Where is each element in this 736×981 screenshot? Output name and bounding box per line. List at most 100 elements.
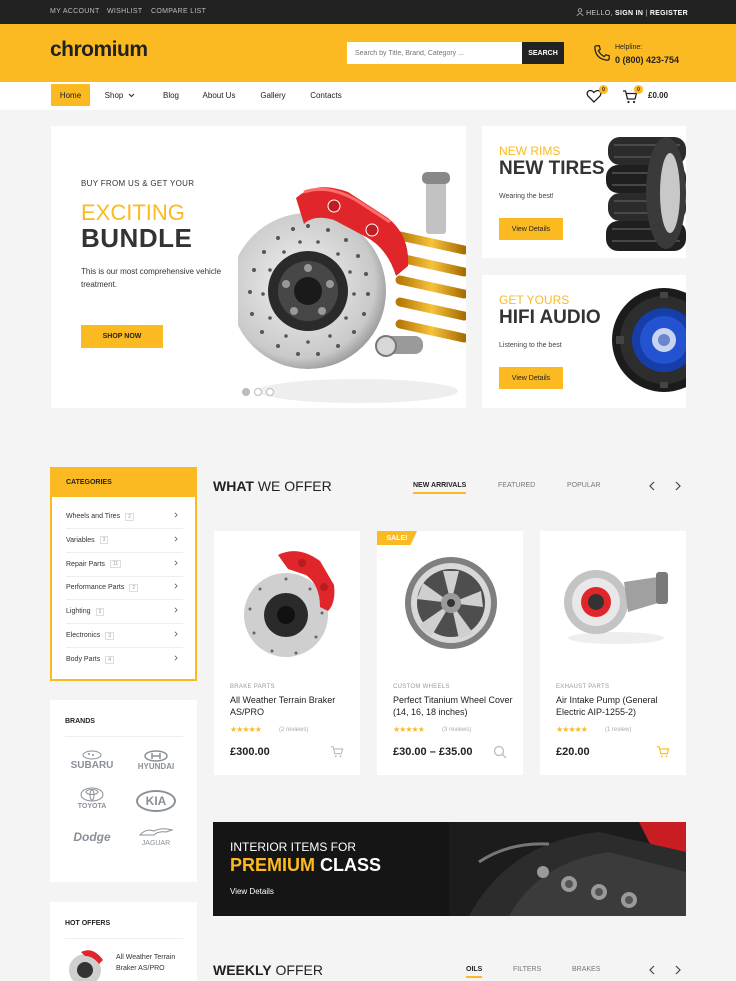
brand-kia[interactable]: KIA — [136, 790, 176, 812]
tab-filters[interactable]: FILTERS — [513, 966, 541, 973]
my-account-link[interactable]: MY ACCOUNT — [50, 8, 100, 15]
brake-disc-image — [238, 172, 466, 403]
brand-jaguar[interactable]: JAGUAR — [132, 840, 180, 847]
brands-panel — [50, 700, 197, 882]
tab-brakes[interactable]: BRAKES — [572, 966, 600, 973]
wishlist-count-badge: 0 — [599, 85, 608, 94]
tab-oils[interactable]: OILS — [466, 966, 483, 978]
tires-view-details-button[interactable]: View Details — [499, 218, 563, 240]
product-name[interactable]: All Weather Terrain Braker AS/PRO — [230, 694, 350, 718]
shop-now-button[interactable]: SHOP NOW — [81, 325, 163, 348]
audio-view-details-button[interactable]: View Details — [499, 367, 563, 389]
category-label: Lighting — [66, 608, 91, 616]
product-image-turbo — [564, 570, 668, 644]
brand-toyota[interactable]: TOYOTA — [70, 803, 114, 810]
slider-dot-1[interactable] — [242, 388, 250, 396]
hello-text: HELLO, — [586, 10, 613, 17]
promo-tires-title: NEW TIRES — [499, 158, 605, 179]
hero-text: This is our most comprehensive vehicle t… — [81, 267, 222, 289]
category-label: Electronics — [66, 632, 101, 639]
tires-image — [606, 137, 686, 251]
wishlist-link[interactable]: WISHLIST — [107, 8, 142, 15]
product-category[interactable]: EXHAUST PARTS — [556, 684, 609, 690]
chevron-right-icon — [174, 631, 178, 637]
compare-list-link[interactable]: COMPARE LIST — [151, 8, 206, 15]
search-button[interactable]: SEARCH — [522, 42, 564, 64]
chevron-right-icon — [174, 536, 178, 542]
rating-stars: ★★★★★ — [230, 725, 262, 734]
chevron-down-icon — [128, 93, 135, 97]
review-count[interactable]: (2 reviews) — [279, 727, 308, 733]
category-item[interactable]: Variables 3 — [66, 529, 183, 553]
separator: | — [645, 10, 648, 17]
brand-subaru[interactable]: SUBARU — [62, 760, 122, 771]
category-item[interactable]: Lighting 3 — [66, 600, 183, 625]
weekly-title-bold: WEEKLY — [213, 962, 272, 978]
jaguar-logo-icon — [138, 828, 174, 836]
product-name[interactable]: Air Intake Pump (General Electric AIP-12… — [556, 694, 678, 718]
hot-offer-name[interactable]: All Weather Terrain Braker AS/PRO — [116, 952, 190, 974]
tab-popular[interactable]: POPULAR — [567, 482, 600, 489]
review-count[interactable]: (3 reviews) — [442, 727, 471, 733]
product-price: £20.00 — [556, 746, 590, 758]
category-count: 11 — [109, 560, 122, 569]
add-to-cart-icon[interactable] — [656, 745, 670, 758]
nav-contacts[interactable]: Contacts — [304, 84, 348, 106]
banner-premium: PREMIUM — [230, 855, 315, 875]
category-count: 3 — [105, 631, 115, 640]
search-icon[interactable] — [493, 745, 507, 759]
banner-line1: INTERIOR ITEMS FOR — [230, 840, 356, 854]
logo[interactable]: chromium — [50, 38, 148, 62]
brand-dodge[interactable]: Dodge — [66, 830, 118, 844]
sign-in-link[interactable]: SIGN IN — [615, 10, 643, 17]
chevron-right-icon — [174, 583, 178, 589]
category-label: Wheels and Tires — [66, 513, 121, 520]
category-label: Performance Parts — [66, 584, 125, 592]
hot-offer-thumbnail[interactable] — [67, 948, 107, 981]
product-category[interactable]: BRAKE PARTS — [230, 684, 275, 690]
banner-view-details-link[interactable]: View Details — [230, 887, 274, 896]
chevron-right-icon[interactable] — [674, 481, 682, 491]
tab-new-arrivals[interactable]: NEW ARRIVALS — [413, 482, 467, 494]
review-count[interactable]: (1 review) — [605, 727, 631, 733]
brand-hyundai[interactable]: HYUNDAI — [130, 762, 182, 771]
sale-badge: SALE! — [377, 531, 417, 545]
tab-featured[interactable]: FEATURED — [498, 482, 535, 489]
category-item[interactable]: Repair Parts 11 — [66, 553, 183, 577]
car-interior-image — [449, 822, 686, 916]
nav-home[interactable]: Home — [51, 84, 90, 106]
product-price: £30.00 – £35.00 — [393, 746, 473, 758]
cart-total[interactable]: £0.00 — [648, 91, 668, 100]
nav-gallery[interactable]: Gallery — [254, 84, 292, 106]
nav-blog[interactable]: Blog — [156, 84, 186, 106]
chevron-right-icon — [174, 560, 178, 566]
slider-dot-3[interactable] — [266, 388, 274, 396]
category-label: Repair Parts — [66, 560, 105, 568]
search-input[interactable] — [347, 42, 522, 64]
top-bar: MY ACCOUNT WISHLIST COMPARE LIST HELLO, … — [0, 0, 736, 24]
product-category[interactable]: CUSTOM WHEELS — [393, 684, 450, 690]
chevron-left-icon[interactable] — [648, 965, 656, 975]
helpline-number[interactable]: 0 (800) 423-754 — [615, 55, 679, 65]
add-to-cart-icon[interactable] — [330, 745, 344, 758]
categories-title: CATEGORIES — [50, 467, 197, 497]
category-count: 2 — [129, 583, 139, 592]
slider-dot-2[interactable] — [254, 388, 262, 396]
chevron-right-icon — [174, 512, 178, 518]
chevron-left-icon[interactable] — [648, 481, 656, 491]
product-image-brake — [244, 551, 335, 657]
category-item[interactable]: Wheels and Tires 2 — [66, 505, 183, 529]
weekly-section-title: WEEKLY OFFER — [213, 962, 323, 978]
product-name[interactable]: Perfect Titanium Wheel Cover (14, 16, 18… — [393, 694, 515, 718]
register-link[interactable]: REGISTER — [650, 10, 688, 17]
user-icon — [576, 8, 584, 17]
nav-shop[interactable]: Shop — [100, 84, 140, 106]
chevron-right-icon[interactable] — [674, 965, 682, 975]
category-item[interactable]: Electronics 3 — [66, 624, 183, 648]
offer-title-rest: WE OFFER — [253, 478, 332, 494]
category-label: Body Parts — [66, 656, 101, 664]
nav-about[interactable]: About Us — [197, 84, 241, 106]
category-item[interactable]: Body Parts 4 — [66, 648, 183, 672]
cart-count-badge: 0 — [634, 85, 643, 94]
category-item[interactable]: Performance Parts 2 — [66, 576, 183, 601]
